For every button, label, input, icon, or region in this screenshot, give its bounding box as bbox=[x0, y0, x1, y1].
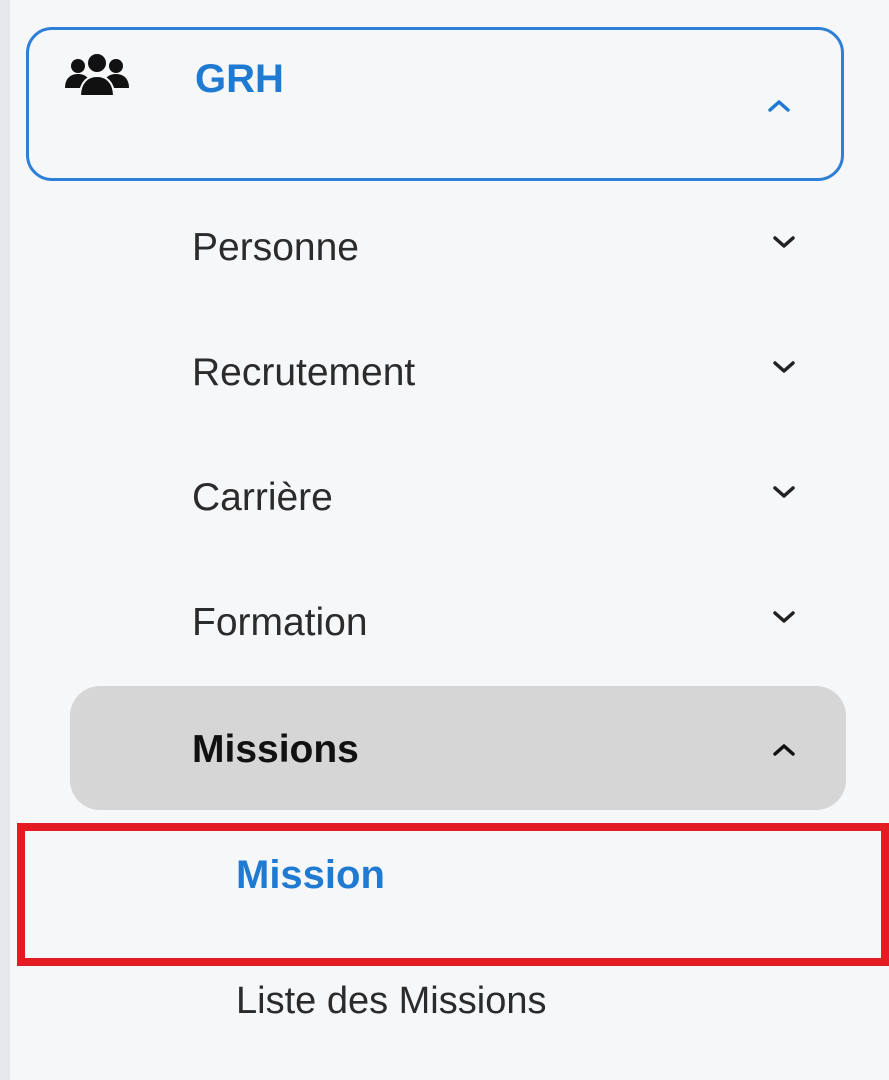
chevron-down-icon bbox=[773, 486, 795, 498]
submenu-item-liste-des-missions[interactable]: Liste des Missions bbox=[236, 977, 546, 1025]
menu-item-label: Personne bbox=[192, 226, 359, 269]
menu-item-missions[interactable] bbox=[70, 686, 846, 810]
chevron-up-icon[interactable] bbox=[771, 742, 797, 758]
menu-item-label: Formation bbox=[192, 601, 368, 644]
sidebar-menu: GRH Personne Recrutement Carrière Format… bbox=[0, 0, 889, 1080]
grh-menu-header[interactable] bbox=[26, 27, 844, 181]
chevron-down-icon bbox=[773, 611, 795, 623]
menu-item-recrutement[interactable]: Recrutement bbox=[0, 321, 889, 431]
active-item-highlight bbox=[17, 823, 889, 966]
chevron-up-icon[interactable] bbox=[766, 98, 792, 114]
chevron-down-icon bbox=[773, 361, 795, 373]
users-group-icon bbox=[65, 52, 129, 97]
missions-label[interactable]: Missions bbox=[192, 726, 359, 774]
submenu-item-mission[interactable]: Mission bbox=[236, 851, 385, 899]
menu-item-formation[interactable]: Formation bbox=[0, 571, 889, 681]
menu-item-personne[interactable]: Personne bbox=[0, 196, 889, 306]
grh-label[interactable]: GRH bbox=[195, 55, 284, 103]
menu-item-label: Recrutement bbox=[192, 351, 416, 394]
menu-item-label: Carrière bbox=[192, 476, 333, 519]
chevron-down-icon bbox=[773, 236, 795, 248]
menu-item-carriere[interactable]: Carrière bbox=[0, 446, 889, 556]
